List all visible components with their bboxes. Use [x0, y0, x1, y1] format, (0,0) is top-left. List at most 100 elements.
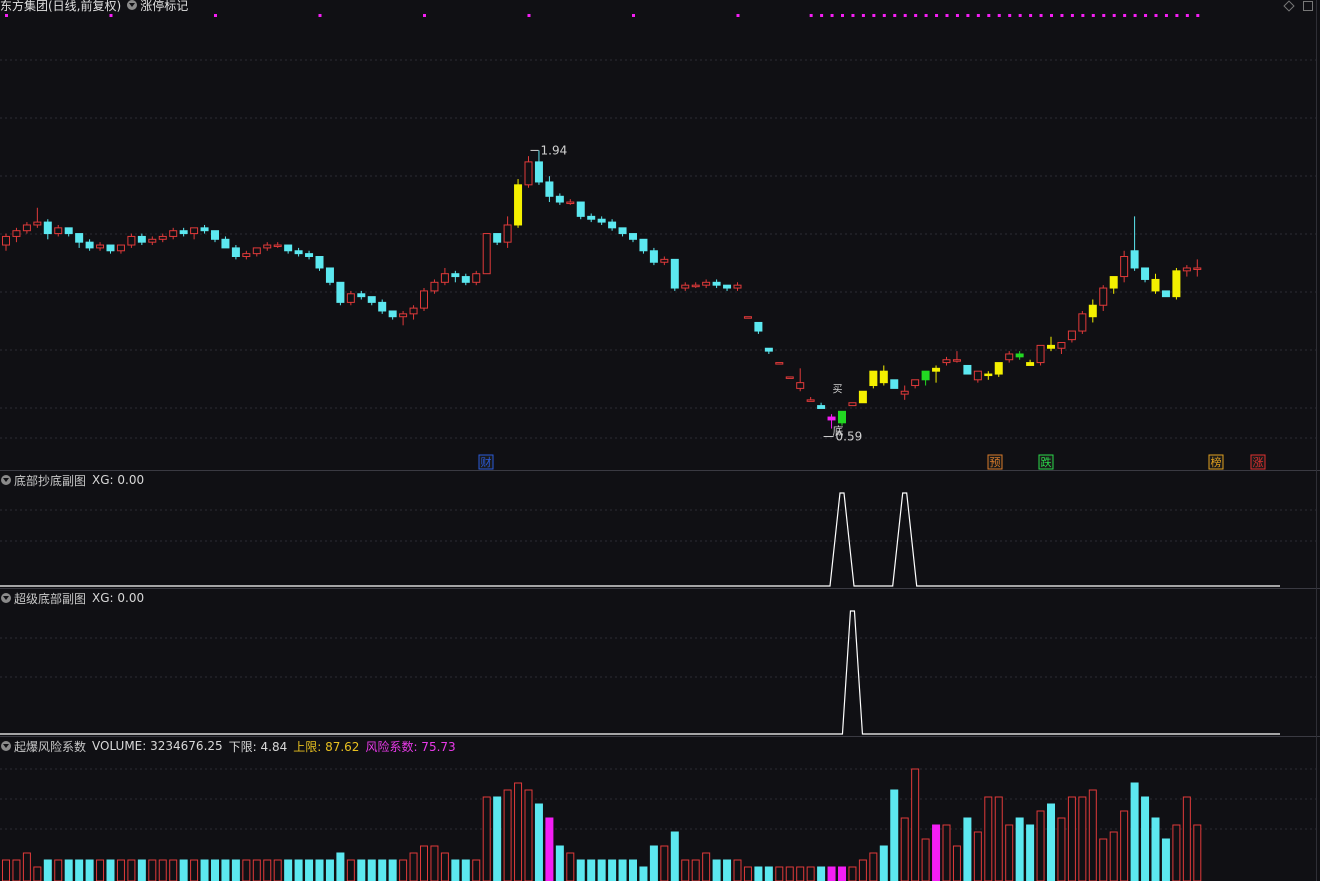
limit-dot	[1060, 14, 1064, 17]
signal-line	[0, 492, 1280, 587]
candle-body	[85, 241, 94, 249]
candle-body	[158, 235, 167, 240]
candle-body	[367, 296, 376, 303]
panel-super-bottom[interactable]: 超级底部副图 XG: 0.00	[0, 589, 1320, 736]
limit-dot	[1175, 14, 1179, 17]
volume-bar	[325, 859, 334, 881]
candle-body	[733, 284, 742, 289]
volume-bar	[357, 859, 366, 881]
volume-bar	[660, 845, 669, 881]
limit-dot	[987, 14, 991, 17]
volume-bar	[64, 859, 73, 881]
volume-bar	[911, 768, 920, 881]
candle-body	[827, 416, 836, 421]
volume-bar	[200, 859, 209, 881]
candle-body	[148, 238, 157, 243]
candle-body	[472, 273, 481, 283]
candle-body	[702, 281, 711, 286]
volume-bar	[158, 859, 167, 881]
candle-body	[242, 253, 251, 258]
volume-bar	[879, 845, 888, 881]
volume-bar	[1026, 824, 1035, 881]
candle-body	[743, 316, 752, 319]
volume-bar	[618, 859, 627, 881]
candle-body	[1088, 304, 1097, 318]
candle-body	[900, 390, 909, 395]
candle-body	[963, 364, 972, 375]
candle-body	[984, 373, 993, 377]
volume-bar	[378, 859, 387, 881]
volume-bar	[315, 859, 324, 881]
candle-body	[1141, 267, 1150, 280]
candle-body	[33, 221, 42, 226]
volume-bar	[346, 859, 355, 881]
volume-bar	[723, 859, 732, 881]
candle-body	[273, 244, 282, 248]
volume-bar	[221, 859, 230, 881]
event-marker-label: 预	[990, 456, 1001, 469]
candle-body	[1005, 353, 1014, 361]
volume-bar	[472, 859, 481, 881]
limit-dot	[1008, 14, 1012, 17]
volume-bar	[231, 859, 240, 881]
candle-body	[629, 233, 637, 240]
limit-dot	[1102, 14, 1106, 17]
candle-body	[1015, 353, 1024, 358]
panel-risk[interactable]: 起爆风险系数 VOLUME: 3234676.25 下限: 4.84 上限: 8…	[0, 737, 1320, 881]
volume-bar	[43, 859, 52, 881]
volume-bar	[1099, 838, 1108, 881]
candle-body	[2, 235, 10, 246]
candle-body	[1120, 256, 1129, 278]
volume-bar	[1088, 789, 1097, 881]
volume-bar	[639, 866, 648, 881]
limit-dot	[109, 14, 113, 17]
volume-bar	[399, 859, 408, 881]
volume-bar	[576, 859, 585, 881]
volume-bar	[461, 859, 470, 881]
candle-body	[399, 313, 408, 318]
volume-bar	[1182, 796, 1191, 881]
volume-bar	[785, 866, 794, 881]
main-chart-pane[interactable]: 东方集团(日线,前复权) 涨停标记 1.94 0.59 底买财预跌榜涨	[0, 0, 1320, 470]
panel-bottom-buy[interactable]: 底部抄底副图 XG: 0.00	[0, 471, 1320, 588]
volume-bar	[2, 859, 10, 881]
candle-body	[43, 221, 52, 235]
volume-bar	[806, 866, 815, 881]
candle-body	[1078, 313, 1087, 332]
volume-bar	[263, 859, 272, 881]
volume-bar	[921, 838, 930, 881]
candle-body	[691, 284, 700, 288]
limit-dot	[1196, 14, 1200, 17]
volume-bar	[681, 859, 690, 881]
volume-bar	[587, 859, 596, 881]
limit-dot	[820, 14, 824, 17]
limit-dot	[1091, 14, 1095, 17]
volume-bar	[608, 859, 617, 881]
high-label: 1.94	[541, 143, 568, 157]
limit-dot	[1123, 14, 1127, 17]
candle-body	[712, 281, 721, 286]
candle-body	[482, 233, 491, 275]
volume-bar	[691, 859, 700, 881]
limit-dot	[882, 14, 886, 17]
candle-body	[796, 382, 805, 389]
limit-dot	[903, 14, 907, 17]
event-marker-label: 榜	[1211, 455, 1222, 469]
volume-bar	[12, 859, 21, 881]
candle-body	[1161, 290, 1170, 298]
volume-bar	[294, 859, 303, 881]
candle-body	[555, 195, 564, 203]
volume-bar	[754, 866, 763, 881]
candle-body	[723, 284, 732, 289]
limit-dot	[945, 14, 949, 17]
limit-dot	[893, 14, 897, 17]
volume-bar	[838, 866, 846, 881]
buy-marker: 买	[833, 383, 843, 395]
volume-bar	[817, 866, 826, 881]
candle-body	[179, 230, 188, 235]
volume-bar	[1141, 796, 1150, 881]
limit-dot	[1050, 14, 1053, 17]
limit-dot	[809, 14, 813, 17]
volume-bar	[963, 817, 972, 881]
volume-bar-chart	[0, 768, 1316, 881]
